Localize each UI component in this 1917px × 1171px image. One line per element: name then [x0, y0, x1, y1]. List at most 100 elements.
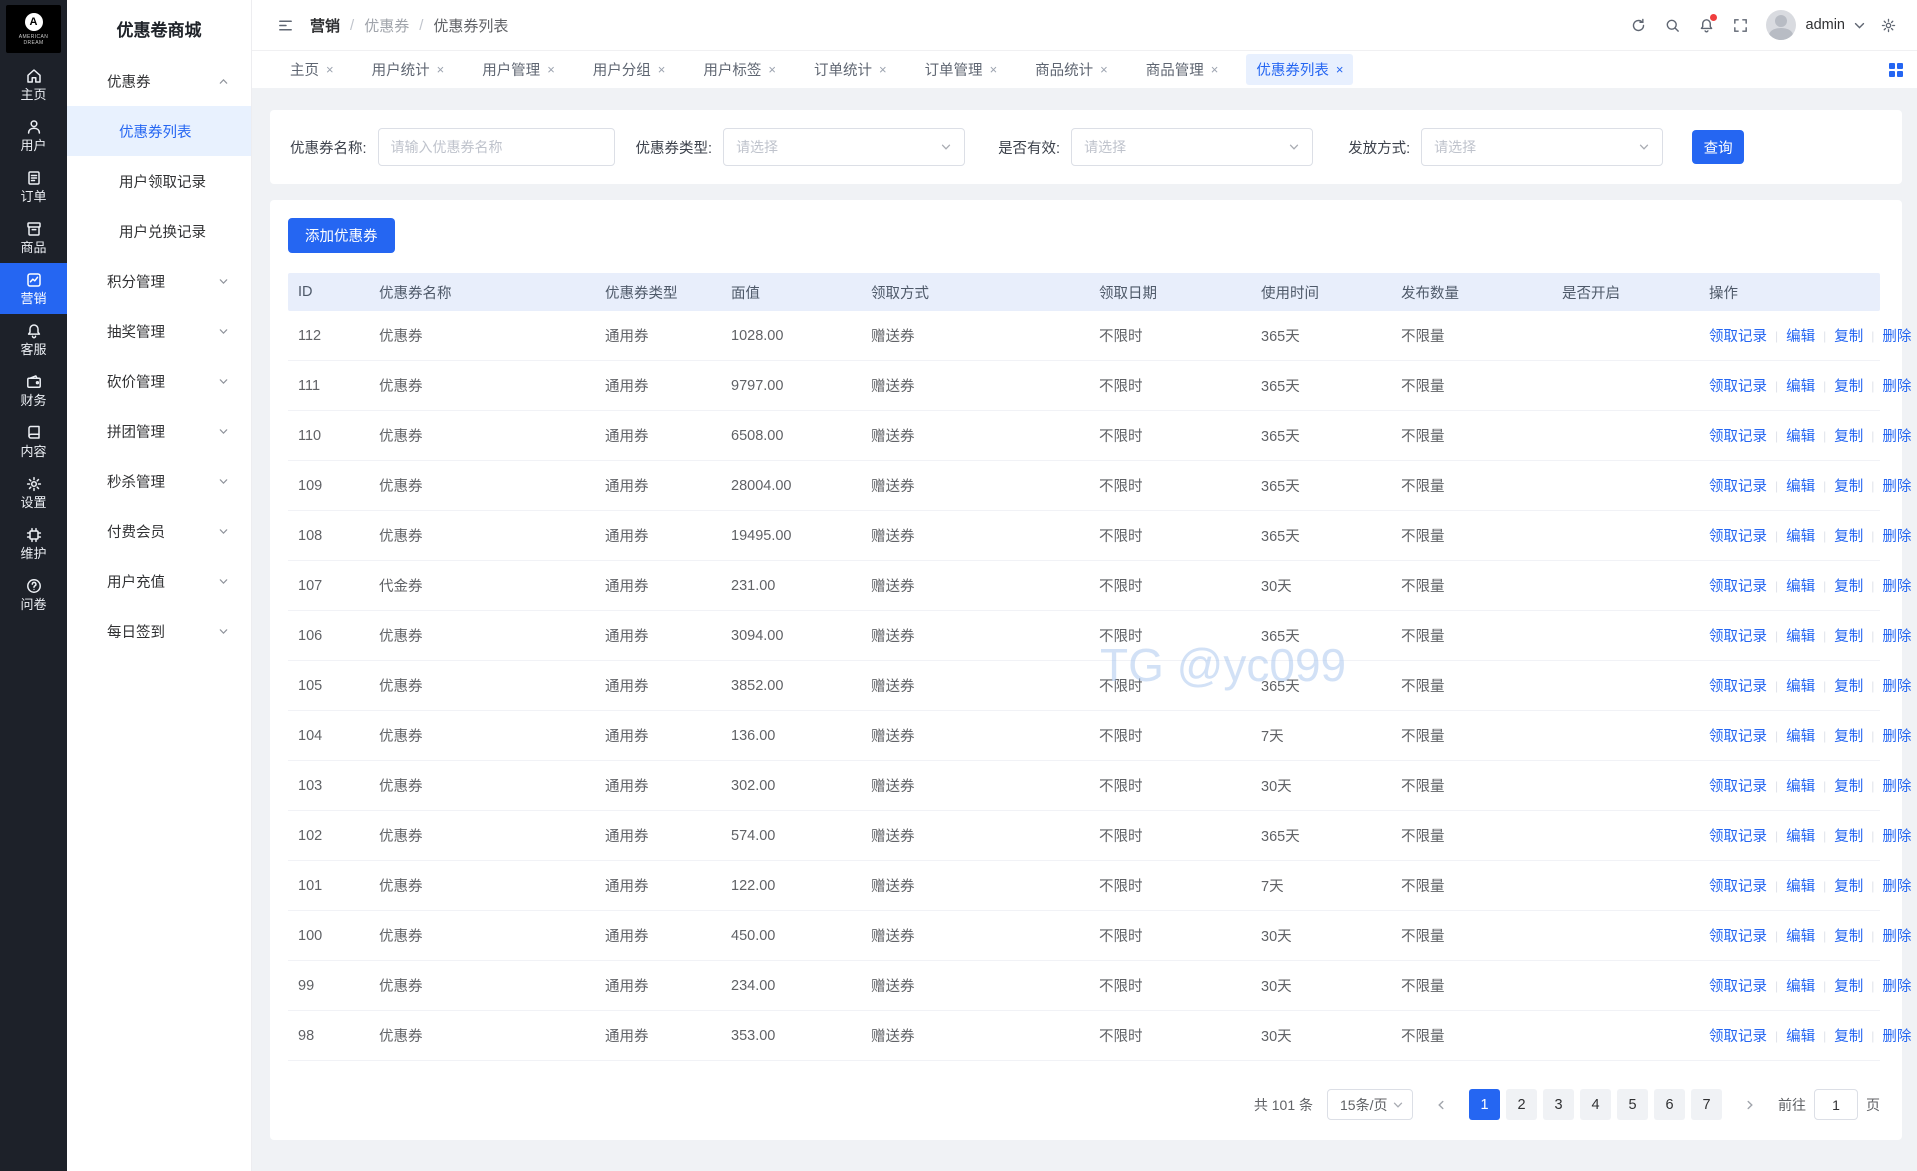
copy-link[interactable]: 复制 — [1834, 325, 1863, 346]
submenu-item-11[interactable]: 每日签到 — [67, 606, 251, 656]
tab[interactable]: 用户分组 × — [583, 54, 676, 85]
edit-link[interactable]: 编辑 — [1786, 875, 1815, 896]
edit-link[interactable]: 编辑 — [1786, 975, 1815, 996]
tab[interactable]: 主页 × — [280, 54, 344, 85]
page-button-7[interactable]: 7 — [1691, 1089, 1722, 1120]
page-button-5[interactable]: 5 — [1617, 1089, 1648, 1120]
claim-records-link[interactable]: 领取记录 — [1709, 775, 1767, 796]
tab[interactable]: 订单管理 × — [915, 54, 1008, 85]
claim-records-link[interactable]: 领取记录 — [1709, 425, 1767, 446]
claim-records-link[interactable]: 领取记录 — [1709, 925, 1767, 946]
delete-link[interactable]: 删除 — [1882, 625, 1911, 646]
add-coupon-button[interactable]: 添加优惠券 — [288, 218, 395, 253]
copy-link[interactable]: 复制 — [1834, 975, 1863, 996]
close-tab-icon[interactable]: × — [1211, 62, 1219, 77]
fullscreen-icon[interactable] — [1726, 10, 1756, 40]
claim-records-link[interactable]: 领取记录 — [1709, 625, 1767, 646]
claim-records-link[interactable]: 领取记录 — [1709, 375, 1767, 396]
delete-link[interactable]: 删除 — [1882, 975, 1911, 996]
delete-link[interactable]: 删除 — [1882, 425, 1911, 446]
refresh-icon[interactable] — [1624, 10, 1654, 40]
copy-link[interactable]: 复制 — [1834, 675, 1863, 696]
submenu-item-6[interactable]: 砍价管理 — [67, 356, 251, 406]
rail-item-maintenance[interactable]: 维护 — [0, 518, 67, 569]
edit-link[interactable]: 编辑 — [1786, 325, 1815, 346]
close-tab-icon[interactable]: × — [879, 62, 887, 77]
tab[interactable]: 用户统计 × — [362, 54, 455, 85]
submenu-item-7[interactable]: 拼团管理 — [67, 406, 251, 456]
gear-icon[interactable] — [1873, 10, 1903, 40]
tab[interactable]: 订单统计 × — [804, 54, 897, 85]
next-page-icon[interactable] — [1736, 1089, 1764, 1120]
page-button-4[interactable]: 4 — [1580, 1089, 1611, 1120]
collapse-menu-icon[interactable] — [270, 10, 300, 40]
edit-link[interactable]: 编辑 — [1786, 675, 1815, 696]
submenu-item-10[interactable]: 用户充值 — [67, 556, 251, 606]
tab-options-grid-icon[interactable] — [1889, 63, 1903, 77]
edit-link[interactable]: 编辑 — [1786, 575, 1815, 596]
copy-link[interactable]: 复制 — [1834, 1025, 1863, 1046]
edit-link[interactable]: 编辑 — [1786, 725, 1815, 746]
delete-link[interactable]: 删除 — [1882, 375, 1911, 396]
search-icon[interactable] — [1658, 10, 1688, 40]
copy-link[interactable]: 复制 — [1834, 475, 1863, 496]
copy-link[interactable]: 复制 — [1834, 925, 1863, 946]
copy-link[interactable]: 复制 — [1834, 525, 1863, 546]
tab[interactable]: 商品统计 × — [1025, 54, 1118, 85]
delete-link[interactable]: 删除 — [1882, 575, 1911, 596]
edit-link[interactable]: 编辑 — [1786, 825, 1815, 846]
page-button-1[interactable]: 1 — [1469, 1089, 1500, 1120]
delete-link[interactable]: 删除 — [1882, 825, 1911, 846]
tab[interactable]: 商品管理 × — [1136, 54, 1229, 85]
claim-records-link[interactable]: 领取记录 — [1709, 525, 1767, 546]
edit-link[interactable]: 编辑 — [1786, 525, 1815, 546]
submenu-item-5[interactable]: 抽奖管理 — [67, 306, 251, 356]
close-tab-icon[interactable]: × — [1336, 62, 1344, 77]
delete-link[interactable]: 删除 — [1882, 1025, 1911, 1046]
search-button[interactable]: 查询 — [1692, 130, 1744, 164]
edit-link[interactable]: 编辑 — [1786, 925, 1815, 946]
claim-records-link[interactable]: 领取记录 — [1709, 325, 1767, 346]
breadcrumb-middle[interactable]: 优惠券 — [364, 15, 409, 36]
coupon-type-select[interactable]: 请选择 — [723, 128, 965, 166]
chevron-down-icon[interactable] — [1849, 10, 1869, 40]
rail-item-orders[interactable]: 订单 — [0, 161, 67, 212]
notifications-bell-icon[interactable] — [1692, 10, 1722, 40]
submenu-item-4[interactable]: 积分管理 — [67, 256, 251, 306]
edit-link[interactable]: 编辑 — [1786, 1025, 1815, 1046]
edit-link[interactable]: 编辑 — [1786, 625, 1815, 646]
close-tab-icon[interactable]: × — [658, 62, 666, 77]
claim-records-link[interactable]: 领取记录 — [1709, 975, 1767, 996]
username[interactable]: admin — [1806, 17, 1846, 33]
page-button-3[interactable]: 3 — [1543, 1089, 1574, 1120]
claim-records-link[interactable]: 领取记录 — [1709, 725, 1767, 746]
rail-item-users[interactable]: 用户 — [0, 110, 67, 161]
delete-link[interactable]: 删除 — [1882, 525, 1911, 546]
rail-item-home[interactable]: 主页 — [0, 59, 67, 110]
edit-link[interactable]: 编辑 — [1786, 375, 1815, 396]
tab[interactable]: 用户管理 × — [472, 54, 565, 85]
claim-records-link[interactable]: 领取记录 — [1709, 1025, 1767, 1046]
claim-records-link[interactable]: 领取记录 — [1709, 825, 1767, 846]
is-valid-select[interactable]: 请选择 — [1071, 128, 1313, 166]
issue-method-select[interactable]: 请选择 — [1421, 128, 1663, 166]
claim-records-link[interactable]: 领取记录 — [1709, 675, 1767, 696]
rail-item-support[interactable]: 客服 — [0, 314, 67, 365]
rail-item-survey[interactable]: 问卷 — [0, 569, 67, 620]
user-avatar[interactable] — [1766, 10, 1796, 40]
goto-page-input[interactable] — [1814, 1089, 1858, 1120]
copy-link[interactable]: 复制 — [1834, 775, 1863, 796]
edit-link[interactable]: 编辑 — [1786, 775, 1815, 796]
copy-link[interactable]: 复制 — [1834, 425, 1863, 446]
copy-link[interactable]: 复制 — [1834, 825, 1863, 846]
copy-link[interactable]: 复制 — [1834, 375, 1863, 396]
tab[interactable]: 优惠券列表 × — [1246, 54, 1353, 85]
rail-item-marketing[interactable]: 营销 — [0, 263, 67, 314]
submenu-item-1[interactable]: 优惠券列表 — [67, 106, 251, 156]
delete-link[interactable]: 删除 — [1882, 675, 1911, 696]
claim-records-link[interactable]: 领取记录 — [1709, 875, 1767, 896]
page-button-6[interactable]: 6 — [1654, 1089, 1685, 1120]
edit-link[interactable]: 编辑 — [1786, 475, 1815, 496]
rail-item-goods[interactable]: 商品 — [0, 212, 67, 263]
delete-link[interactable]: 删除 — [1882, 725, 1911, 746]
